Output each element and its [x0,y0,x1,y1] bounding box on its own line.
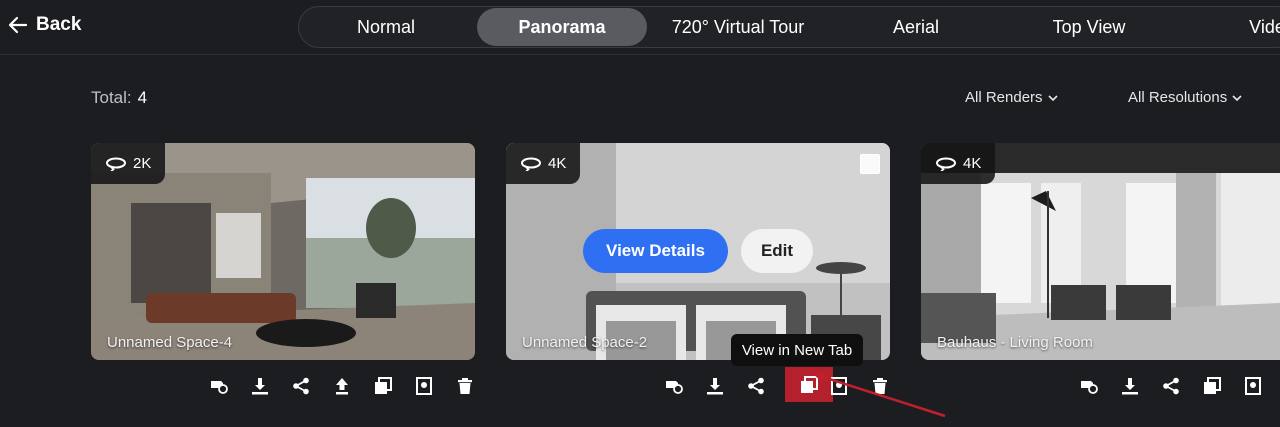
copy-window-icon [375,377,392,394]
bookmark-photo-icon [831,377,847,395]
render-view-button[interactable] [1077,373,1101,399]
total-value: 4 [137,88,148,107]
download-button[interactable] [1118,373,1142,399]
renders-filter[interactable]: All Renders [965,89,1058,106]
upload-icon [336,378,348,395]
back-label: Back [36,14,82,35]
share-button[interactable] [1159,373,1183,399]
render-card[interactable]: 2K Unnamed Space-4 [91,143,475,360]
render-view-button[interactable] [207,373,231,399]
total-label: Total: [91,88,132,107]
download-icon [1122,378,1138,395]
arrow-left-icon [8,16,28,34]
render-view-button[interactable] [662,373,686,399]
download-button[interactable] [703,373,727,399]
render-card[interactable]: 4K View Details Edit Unnamed Space-2 [506,143,890,360]
top-bar: Back Normal Panorama 720° Virtual Tour A… [0,0,1280,55]
edit-button[interactable]: Edit [741,229,813,273]
copy-window-icon [801,375,818,393]
tab-panorama[interactable]: Panorama [477,8,647,46]
upload-button[interactable] [330,373,354,399]
panorama-360-icon [936,157,956,171]
render-card[interactable]: 4K Bauhaus - Living Room [921,143,1280,360]
open-new-tab-button[interactable] [1200,373,1224,399]
tab-720-virtual-tour[interactable]: 720° Virtual Tour [661,7,815,47]
resolution-label: 2K [133,155,152,172]
share-icon [748,377,764,395]
panorama-360-icon [106,157,126,171]
view-in-new-tab-tooltip: View in New Tab [731,334,863,366]
download-button[interactable] [248,373,272,399]
back-button[interactable]: Back [8,14,81,36]
share-button[interactable] [289,373,313,399]
bookmark-button[interactable] [412,373,436,399]
select-checkbox[interactable] [860,154,880,174]
tab-normal[interactable]: Normal [331,7,441,47]
open-new-tab-button[interactable] [785,367,833,402]
copy-window-icon [1204,377,1221,394]
resolution-label: 4K [548,155,567,172]
card-name: Unnamed Space-4 [107,334,233,351]
share-icon [293,377,309,395]
download-icon [252,378,268,395]
camera-render-icon [1081,381,1098,394]
resolutions-filter[interactable]: All Resolutions [1128,89,1242,106]
resolution-badge: 2K [91,143,166,184]
trash-icon [873,378,887,394]
delete-button[interactable] [868,373,892,399]
resolution-label: 4K [963,155,982,172]
resolution-badge: 4K [506,143,581,184]
download-icon [707,378,723,395]
share-button[interactable] [744,373,768,399]
total-count: Total: 4 [91,88,147,108]
bookmark-button[interactable] [1241,373,1265,399]
chevron-down-icon [1232,94,1242,101]
camera-render-icon [211,381,228,394]
renders-filter-label: All Renders [965,89,1043,106]
view-details-button[interactable]: View Details [583,229,728,273]
card-name: Bauhaus - Living Room [937,334,1093,351]
chevron-down-icon [1047,94,1058,101]
share-icon [1163,377,1179,395]
camera-render-icon [666,381,683,394]
card-name: Unnamed Space-2 [522,334,648,351]
panorama-360-icon [521,157,541,171]
delete-button[interactable] [453,373,477,399]
bookmark-photo-icon [1245,377,1261,395]
open-new-tab-button[interactable] [371,373,395,399]
trash-icon [458,378,472,394]
tab-video[interactable]: Vide [1232,7,1280,47]
resolutions-filter-label: All Resolutions [1128,89,1228,106]
tab-top-view[interactable]: Top View [1034,7,1144,47]
resolution-badge: 4K [921,143,996,184]
bookmark-button[interactable] [827,373,851,399]
tab-aerial[interactable]: Aerial [861,7,971,47]
bookmark-photo-icon [416,377,432,395]
view-type-tabs: Normal Panorama 720° Virtual Tour Aerial… [298,6,1280,48]
